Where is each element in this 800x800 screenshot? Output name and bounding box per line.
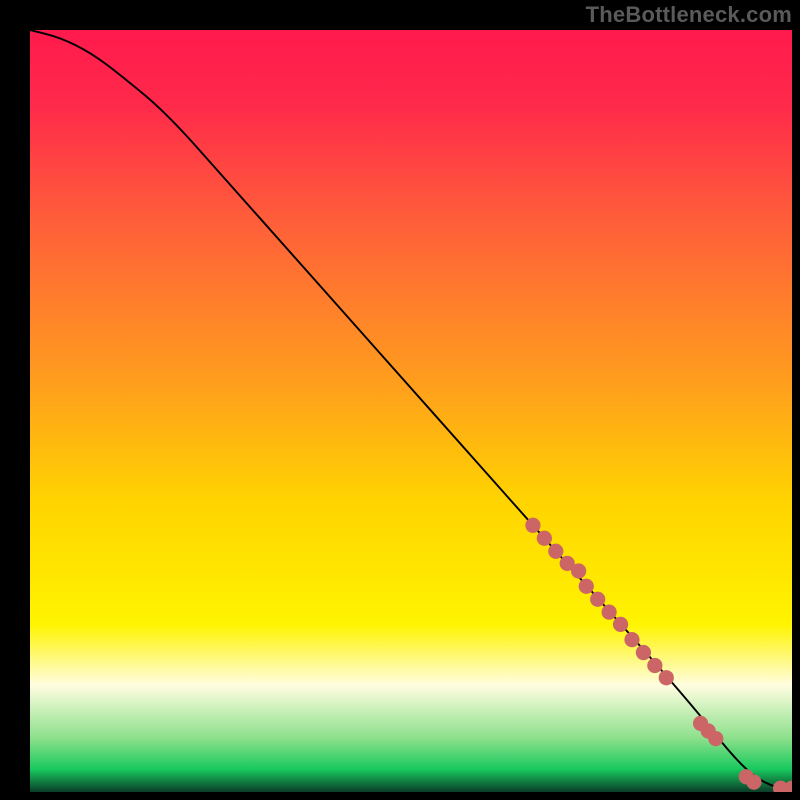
data-dot bbox=[602, 605, 617, 620]
data-dot bbox=[647, 658, 662, 673]
data-dot bbox=[579, 579, 594, 594]
data-dot bbox=[636, 645, 651, 660]
data-dot bbox=[784, 781, 792, 792]
curve-dots bbox=[525, 518, 792, 792]
chart-frame: TheBottleneck.com bbox=[0, 0, 800, 800]
curve-layer bbox=[30, 30, 792, 792]
data-dot bbox=[525, 518, 540, 533]
watermark-text: TheBottleneck.com bbox=[586, 2, 792, 28]
data-dot bbox=[708, 731, 723, 746]
data-dot bbox=[659, 670, 674, 685]
data-dot bbox=[571, 563, 586, 578]
data-dot bbox=[746, 774, 761, 789]
data-dot bbox=[624, 632, 639, 647]
data-dot bbox=[537, 531, 552, 546]
curve-line bbox=[30, 30, 792, 788]
data-dot bbox=[590, 592, 605, 607]
plot-area bbox=[30, 30, 792, 792]
data-dot bbox=[548, 544, 563, 559]
data-dot bbox=[613, 617, 628, 632]
